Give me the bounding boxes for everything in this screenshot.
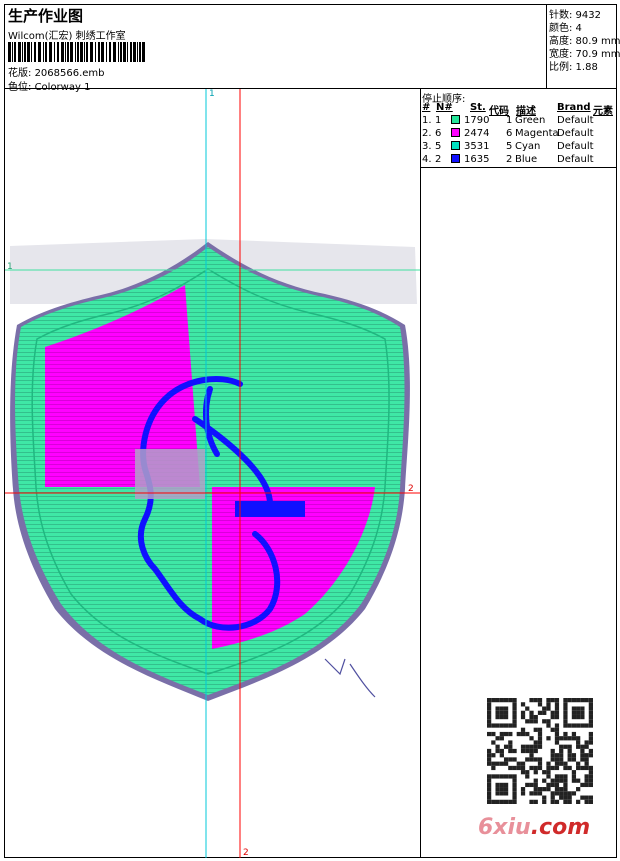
- cell-brand: Default: [557, 115, 594, 126]
- table-row: 4. 2 1635 2 Blue Default: [420, 154, 617, 167]
- watermark-part1: 6xiu: [478, 815, 531, 840]
- stats-panel: 针数: 9432 颜色: 4 高度: 80.9 mm 宽度: 70.9 mm 比…: [546, 5, 620, 88]
- header: 生产作业图 Wilcom(汇宏) 刺绣工作室 花版: 2068566.emb 色…: [5, 5, 545, 93]
- cell-n: 5: [435, 141, 442, 152]
- table-bottom-divider: [420, 167, 617, 168]
- table-row: 2. 6 2474 6 Magenta Default: [420, 128, 617, 141]
- watermark-logo: 6xiu.com: [478, 815, 590, 840]
- barcode-image: [8, 42, 145, 62]
- cell-st: 2474: [464, 128, 490, 139]
- cell-brand: Default: [557, 128, 594, 139]
- cell-code: 5: [506, 141, 513, 152]
- cell-idx: 4.: [422, 154, 432, 165]
- panel-divider: [420, 89, 421, 858]
- table-row: 3. 5 3531 5 Cyan Default: [420, 141, 617, 154]
- watermark-part2: .com: [530, 815, 591, 840]
- table-row: 1. 1 1790 1 Green Default: [420, 115, 617, 128]
- cell-desc: Blue: [515, 154, 538, 165]
- col-header-brand: Brand: [557, 102, 591, 113]
- studio-name: Wilcom(汇宏) 刺绣工作室: [8, 31, 126, 42]
- cell-n: 1: [435, 115, 442, 126]
- cell-st: 3531: [464, 141, 490, 152]
- col-header-needle: N#: [436, 102, 453, 113]
- doodle-marks: [324, 658, 376, 698]
- cell-desc: Cyan: [515, 141, 541, 152]
- cell-code: 2: [506, 154, 513, 165]
- color-swatch: [451, 141, 460, 150]
- guide-label-v2: 2: [243, 848, 249, 858]
- cell-idx: 3.: [422, 141, 432, 152]
- cell-desc: Magenta: [515, 128, 559, 139]
- color-swatch: [451, 128, 460, 137]
- cell-idx: 1.: [422, 115, 432, 126]
- cell-n: 2: [435, 154, 442, 165]
- page-title: 生产作业图: [8, 7, 84, 25]
- cell-desc: Green: [515, 115, 546, 126]
- cell-brand: Default: [557, 154, 594, 165]
- guide-label-h1: 1: [7, 262, 13, 272]
- col-header-index: #: [422, 102, 431, 113]
- cell-n: 6: [435, 128, 442, 139]
- design-canvas: [5, 89, 420, 858]
- guide-label-h2: 2: [408, 484, 414, 494]
- cell-brand: Default: [557, 141, 594, 152]
- stat-scale: 比例: 1.88: [549, 62, 598, 73]
- cell-code: 1: [506, 115, 513, 126]
- qr-code: [487, 698, 593, 804]
- color-swatch: [451, 154, 460, 163]
- cell-idx: 2.: [422, 128, 432, 139]
- guide-label-v1: 1: [209, 89, 215, 99]
- design-line: 花版: 2068566.emb: [8, 64, 105, 79]
- color-swatch: [451, 115, 460, 124]
- cell-st: 1635: [464, 154, 490, 165]
- seahorse-body-grey: [135, 449, 205, 499]
- seahorse-tail: [235, 501, 305, 517]
- cell-st: 1790: [464, 115, 490, 126]
- col-header-stitches: St.: [470, 102, 486, 113]
- cell-code: 6: [506, 128, 513, 139]
